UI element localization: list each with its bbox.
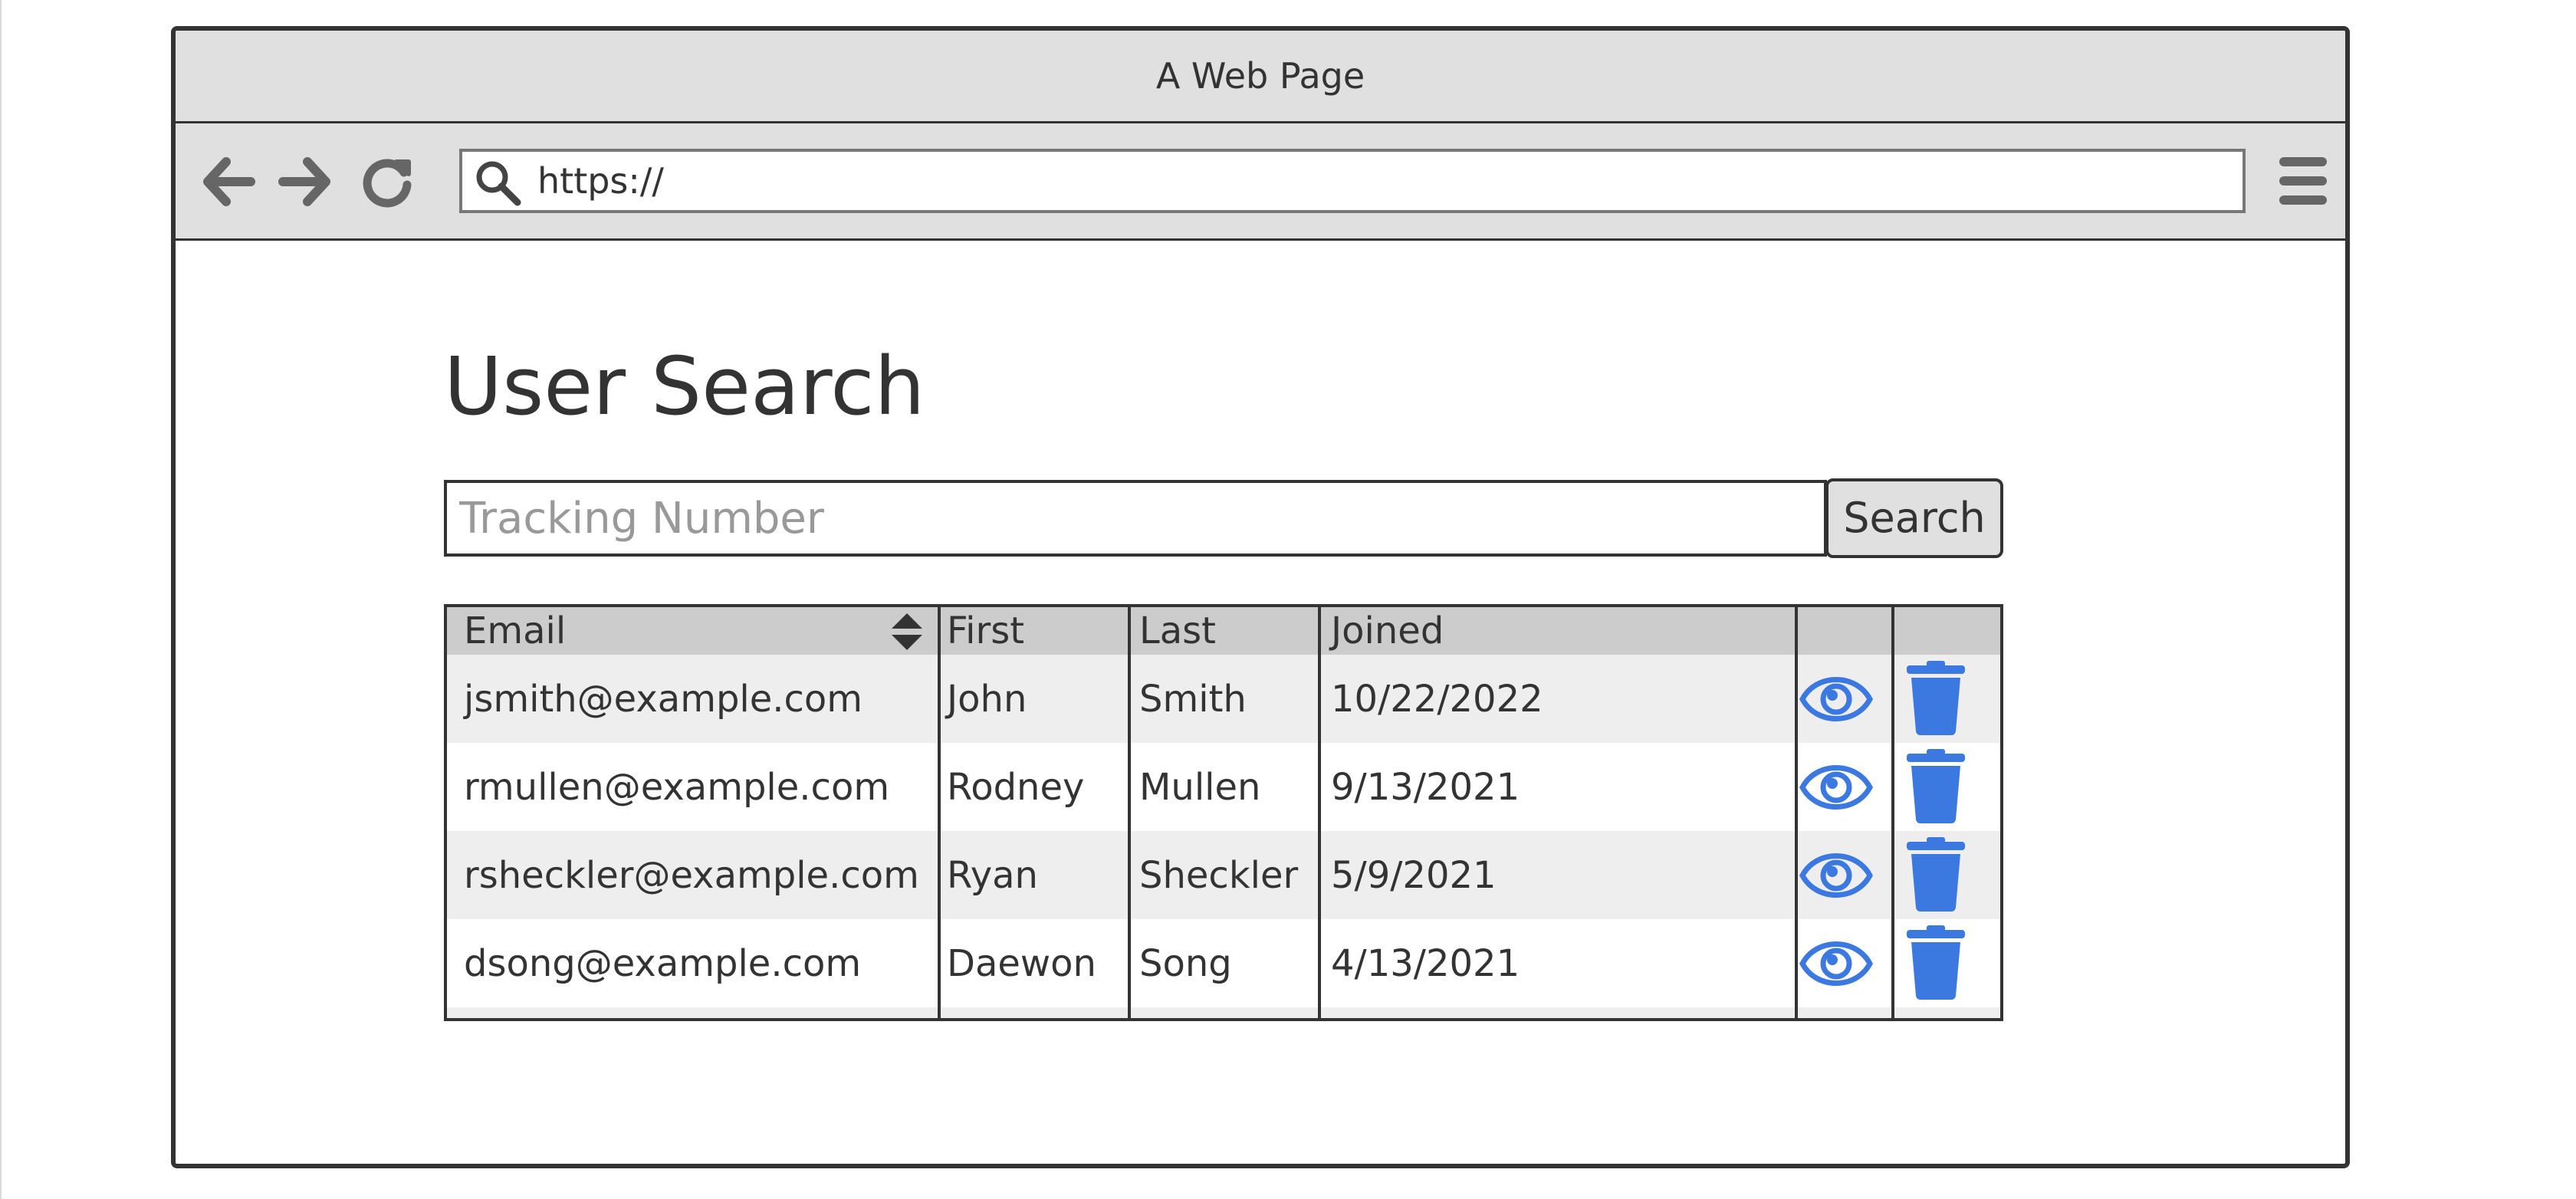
trash-icon[interactable] [1905, 749, 1967, 824]
column-divider [1891, 607, 1894, 1018]
eye-icon[interactable] [1799, 668, 1873, 730]
browser-toolbar: https:// [176, 123, 2345, 241]
arrow-left-icon[interactable] [199, 151, 260, 212]
column-divider [1318, 607, 1321, 1018]
sort-icon[interactable] [890, 612, 924, 652]
column-header-email[interactable]: Email [464, 607, 566, 655]
cell-email: dsong@example.com [464, 941, 862, 985]
cell-last: Mullen [1139, 765, 1261, 809]
cell-last: Sheckler [1139, 853, 1299, 897]
eye-icon[interactable] [1799, 757, 1873, 818]
address-bar-url: https:// [537, 160, 664, 202]
column-header-last: Last [1139, 609, 1216, 652]
cell-email: rsheckler@example.com [464, 853, 919, 897]
window-title: A Web Page [1155, 55, 1365, 97]
table-header: Email First Last Joined [447, 607, 2000, 655]
window-titlebar: A Web Page [176, 31, 2345, 123]
eye-icon[interactable] [1799, 845, 1873, 906]
cell-first: Rodney [947, 765, 1085, 809]
table-row: jsmith@example.com John Smith 10/22/2022 [447, 655, 2000, 743]
search-icon [476, 161, 521, 206]
column-divider [1795, 607, 1798, 1018]
browser-window: A Web Page https:// User Search Tracking… [171, 26, 2350, 1168]
table-row: dsong@example.com Daewon Song 4/13/2021 [447, 919, 2000, 1007]
page-content: User Search Search Email First Last Join… [176, 241, 2345, 1164]
column-divider [938, 607, 941, 1018]
cell-last: Song [1139, 941, 1232, 985]
trash-icon[interactable] [1905, 925, 1967, 1000]
trash-icon[interactable] [1905, 837, 1967, 912]
cell-first: Daewon [947, 941, 1096, 985]
cell-joined: 4/13/2021 [1331, 941, 1520, 985]
column-header-first: First [947, 609, 1025, 652]
page-left-edge [0, 0, 2, 1199]
tracking-number-input[interactable] [444, 480, 1827, 557]
column-divider [1128, 607, 1131, 1018]
column-header-joined: Joined [1331, 609, 1444, 652]
cell-first: Ryan [947, 853, 1038, 897]
page-title: User Search [444, 340, 925, 433]
cell-joined: 10/22/2022 [1331, 677, 1543, 721]
cell-last: Smith [1139, 677, 1247, 721]
cell-email: jsmith@example.com [464, 677, 863, 721]
users-table: Email First Last Joined jsmith@example.c… [444, 604, 2003, 1021]
table-row: rmullen@example.com Rodney Mullen 9/13/2… [447, 743, 2000, 831]
search-button[interactable]: Search [1825, 478, 2003, 558]
eye-icon[interactable] [1799, 933, 1873, 994]
cell-first: John [947, 677, 1027, 721]
cell-joined: 5/9/2021 [1331, 853, 1497, 897]
trash-icon[interactable] [1905, 661, 1967, 736]
cell-email: rmullen@example.com [464, 765, 890, 809]
table-row: rsheckler@example.com Ryan Sheckler 5/9/… [447, 831, 2000, 919]
cell-joined: 9/13/2021 [1331, 765, 1520, 809]
table-row-partial [447, 1007, 2000, 1018]
address-bar[interactable]: https:// [459, 149, 2246, 213]
hamburger-menu-icon[interactable] [2276, 153, 2330, 209]
reload-icon[interactable] [356, 151, 418, 212]
arrow-right-icon[interactable] [274, 151, 335, 212]
